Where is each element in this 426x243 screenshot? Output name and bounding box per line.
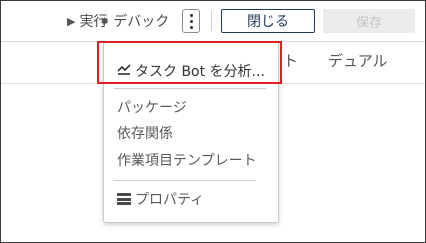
menu-item-properties[interactable]: プロパティ — [117, 189, 204, 209]
menu-divider — [114, 88, 266, 89]
menu-item-analyze-task-bot[interactable]: タスク Bot を分析... — [117, 61, 265, 81]
more-options-button[interactable] — [182, 9, 200, 33]
toolbar: ▶ 実行 ✹ デバック 閉じる 保存 — [1, 1, 425, 42]
menu-item-package[interactable]: パッケージ — [117, 97, 187, 117]
menu-item-dependencies[interactable]: 依存関係 — [117, 123, 173, 143]
menu-item-analyze-label: タスク Bot を分析... — [135, 64, 265, 80]
debug-button[interactable]: ✹ デバック — [100, 11, 169, 31]
kebab-menu-icon — [189, 13, 193, 17]
tab-partial[interactable]: ト — [283, 50, 298, 71]
chart-line-icon — [117, 63, 131, 79]
toolbar-divider — [211, 11, 212, 31]
menu-item-properties-label: プロパティ — [135, 192, 205, 208]
debug-label: デバック — [113, 14, 170, 30]
play-icon: ▶ — [67, 14, 76, 28]
properties-icon — [117, 193, 131, 205]
save-button[interactable]: 保存 — [323, 9, 415, 33]
menu-divider — [114, 180, 256, 181]
close-button[interactable]: 閉じる — [221, 9, 315, 33]
more-options-menu: タスク Bot を分析... パッケージ 依存関係 作業項目テンプレート プロパ… — [103, 42, 279, 223]
menu-item-work-item-template[interactable]: 作業項目テンプレート — [117, 150, 257, 170]
bug-icon: ✹ — [100, 14, 110, 28]
tab-dual[interactable]: デュアル — [328, 50, 388, 71]
